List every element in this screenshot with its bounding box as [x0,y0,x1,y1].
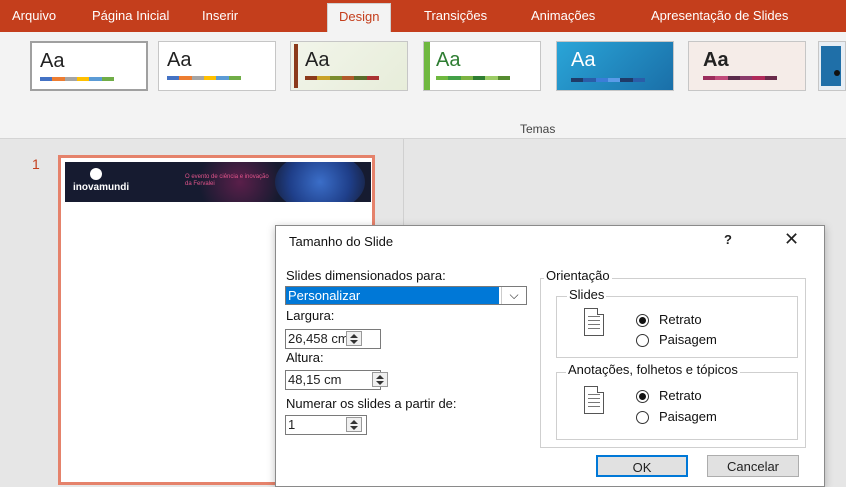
theme-color-bar [167,76,241,80]
slide-size-value: Personalizar [286,287,499,304]
slides-group-label: Slides [567,287,607,302]
theme-ion[interactable]: Aa [556,41,674,91]
spin-down-icon[interactable] [350,340,358,344]
slides-landscape-radio[interactable] [636,334,649,347]
portrait-page-icon [584,386,604,414]
tab-apresentacao-de-slides[interactable]: Apresentação de Slides [651,8,788,23]
tab-inserir[interactable]: Inserir [202,8,238,23]
theme-color-bar [305,76,379,80]
themes-group-label: Temas [520,122,556,136]
theme-preview-label: Aa [571,49,596,71]
start-number-stepper[interactable]: 1 [285,415,367,435]
theme-color-bar [571,78,645,82]
slide-number: 1 [32,156,40,172]
theme-partial-preview [821,46,841,86]
slides-portrait-radio[interactable] [636,314,649,327]
notes-group-label: Anotações, folhetos e tópicos [566,362,740,377]
width-stepper[interactable]: 26,458 cm [285,329,381,349]
theme-preview-label: Aa [703,49,729,71]
slide-banner: inovamundi O evento de ciência e inovaçã… [65,162,371,202]
theme-preview-label: Aa [436,49,461,71]
slide-size-dialog: Tamanho do Slide ? ✕ Slides dimensionado… [275,225,825,487]
notes-portrait-radio[interactable] [636,390,649,403]
banner-logo: inovamundi [73,182,130,193]
height-label: Altura: [286,350,324,365]
help-button[interactable]: ? [724,232,732,247]
banner-glow [275,162,365,202]
spin-down-icon[interactable] [350,426,358,430]
theme-preview-label: Aa [40,50,65,72]
theme-office[interactable]: Aa [30,41,148,91]
theme-accent-stripe [424,42,430,90]
banner-tagline: O evento de ciência e inovação da Ferval… [185,174,269,187]
height-stepper[interactable]: 48,15 cm [285,370,388,390]
spin-up-icon[interactable] [376,375,384,379]
tab-animacoes[interactable]: Animações [531,8,595,23]
cancel-button[interactable]: Cancelar [707,455,799,477]
start-number-value[interactable]: 1 [288,416,295,434]
width-label: Largura: [286,308,335,323]
start-number-label: Numerar os slides a partir de: [286,396,457,411]
theme-color-bar [436,76,510,80]
notes-portrait-label[interactable]: Retrato [659,388,702,403]
slides-portrait-label[interactable]: Retrato [659,312,702,327]
ok-button[interactable]: OK [596,455,688,477]
close-icon[interactable]: ✕ [784,229,799,250]
theme-partial[interactable] [818,41,846,91]
theme-preview-label: Aa [305,49,330,71]
tab-arquivo[interactable]: Arquivo [12,8,56,23]
start-number-spin-buttons[interactable] [346,417,362,432]
orientation-label: Orientação [544,268,612,283]
spin-down-icon[interactable] [376,381,384,385]
spin-up-icon[interactable] [350,420,358,424]
size-label: Slides dimensionados para: [286,268,446,283]
theme-color-bar [40,77,114,81]
ribbon-tab-bar: Arquivo Página Inicial Inserir Design Tr… [0,0,846,32]
tab-pagina-inicial[interactable]: Página Inicial [92,8,169,23]
theme-preview-label: Aa [167,49,192,71]
theme-accent-stripe [294,44,298,88]
theme-retrospect[interactable]: Aa [688,41,806,91]
theme-facet[interactable]: Aa [423,41,541,91]
tab-transicoes[interactable]: Transições [424,8,487,23]
portrait-page-icon [584,308,604,336]
tab-design[interactable]: Design [327,3,392,32]
bullet-dot [834,70,840,76]
theme-organic[interactable]: Aa [290,41,408,91]
dialog-title: Tamanho do Slide [289,234,394,249]
height-spin-buttons[interactable] [372,372,388,387]
theme-color-bar [703,76,777,80]
spin-up-icon[interactable] [350,334,358,338]
height-value[interactable]: 48,15 cm [288,371,341,389]
logo-icon [90,168,102,180]
slides-landscape-label[interactable]: Paisagem [659,332,717,347]
slide-size-select[interactable]: Personalizar ⌵ [285,286,527,305]
ribbon-panel: Aa Aa Aa Aa Aa Aa Temas [0,32,846,139]
theme-office-2[interactable]: Aa [158,41,276,91]
width-spin-buttons[interactable] [346,331,362,346]
notes-landscape-label[interactable]: Paisagem [659,409,717,424]
width-value[interactable]: 26,458 cm [288,330,349,348]
chevron-down-icon[interactable]: ⌵ [501,287,526,304]
notes-landscape-radio[interactable] [636,411,649,424]
